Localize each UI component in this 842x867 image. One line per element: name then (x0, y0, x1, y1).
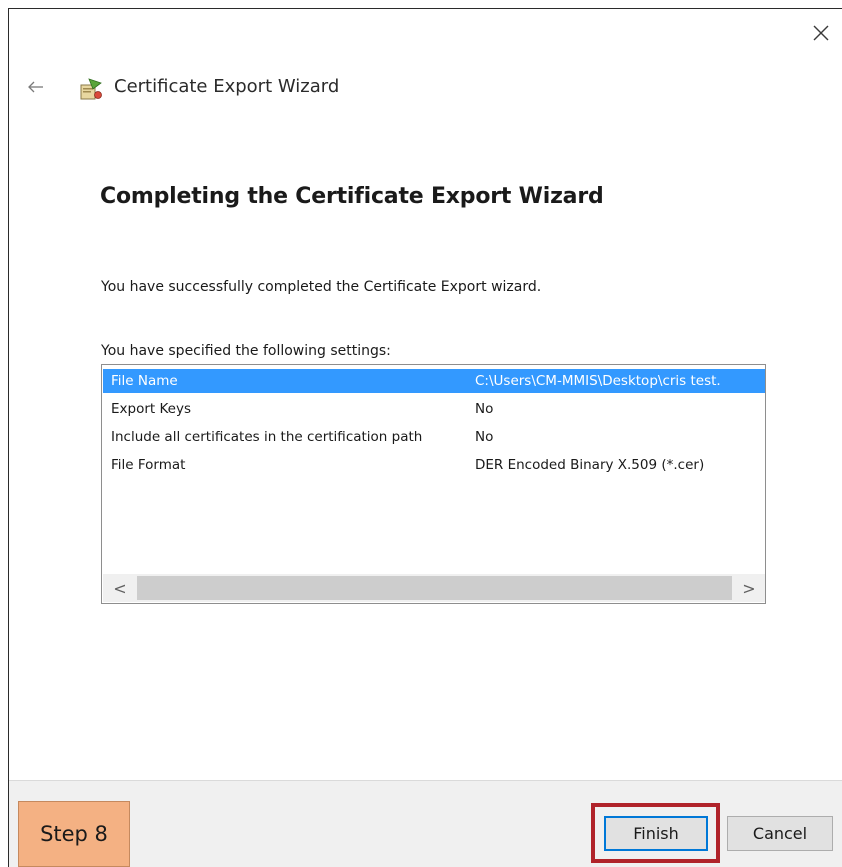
finish-button[interactable]: Finish (604, 816, 708, 851)
scrollbar-thumb[interactable] (137, 576, 732, 600)
certificate-wizard-icon (80, 78, 102, 100)
chevron-right-icon: > (742, 578, 756, 598)
horizontal-scrollbar[interactable]: < > (103, 574, 765, 602)
setting-name: File Name (111, 373, 178, 389)
setting-name: Include all certificates in the certific… (111, 429, 423, 445)
settings-row-file-format[interactable]: File Format DER Encoded Binary X.509 (*.… (103, 453, 765, 477)
window-top-border (8, 8, 842, 9)
chevron-left-icon: < (113, 578, 127, 598)
settings-row-include-all-certificates[interactable]: Include all certificates in the certific… (103, 425, 765, 449)
settings-list[interactable]: File Name C:\Users\CM-MMIS\Desktop\cris … (101, 364, 766, 604)
step-annotation-badge: Step 8 (18, 801, 130, 867)
close-icon (813, 25, 829, 41)
window-left-border (8, 8, 9, 867)
setting-value: DER Encoded Binary X.509 (*.cer) (475, 457, 705, 473)
success-message: You have successfully completed the Cert… (101, 279, 542, 295)
page-heading: Completing the Certificate Export Wizard (100, 184, 604, 209)
cancel-button[interactable]: Cancel (727, 816, 833, 851)
setting-value: No (475, 401, 494, 417)
wizard-title: Certificate Export Wizard (114, 76, 340, 97)
setting-name: Export Keys (111, 401, 191, 417)
setting-value: C:\Users\CM-MMIS\Desktop\cris test. (475, 373, 721, 389)
setting-name: File Format (111, 457, 186, 473)
certificate-export-wizard-window: Certificate Export Wizard Completing the… (0, 0, 842, 867)
scroll-right-button[interactable]: > (732, 574, 765, 602)
scroll-left-button[interactable]: < (103, 574, 137, 602)
close-button[interactable] (803, 15, 839, 51)
settings-row-export-keys[interactable]: Export Keys No (103, 397, 765, 421)
setting-value: No (475, 429, 494, 445)
back-button[interactable] (22, 73, 50, 101)
settings-label: You have specified the following setting… (101, 343, 391, 359)
back-arrow-icon (28, 81, 43, 93)
settings-row-file-name[interactable]: File Name C:\Users\CM-MMIS\Desktop\cris … (103, 369, 765, 393)
